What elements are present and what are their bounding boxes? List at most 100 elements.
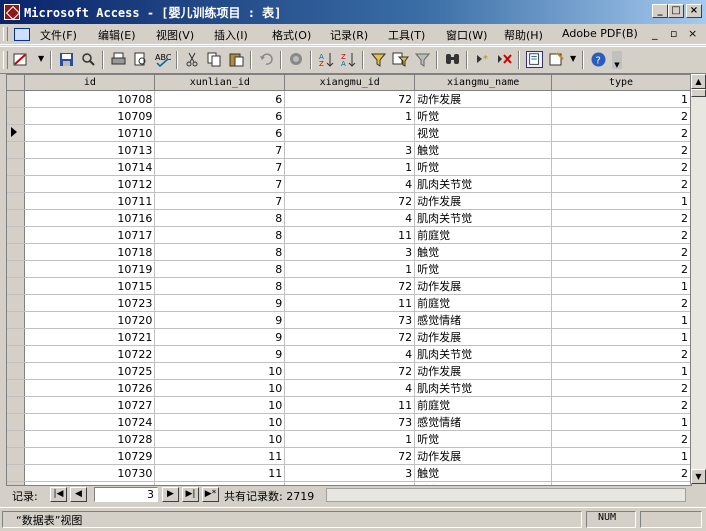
- cell-xiangmu-id[interactable]: 72: [284, 447, 416, 465]
- previous-record-button[interactable]: ◀: [70, 487, 87, 502]
- cell-xunlian-id[interactable]: 8: [154, 226, 286, 244]
- cell-xiangmu-id[interactable]: 11: [284, 226, 416, 244]
- cell-type[interactable]: 1: [551, 277, 691, 295]
- spelling-icon[interactable]: ABC: [154, 51, 171, 68]
- access-app-icon[interactable]: [4, 4, 20, 20]
- record-selector[interactable]: [7, 345, 26, 363]
- cell-xiangmu-name[interactable]: 动作发展: [414, 447, 553, 465]
- column-header-xiangmu-id[interactable]: xiangmu_id: [284, 75, 416, 91]
- cell-id[interactable]: 10714: [24, 158, 156, 176]
- cell-id[interactable]: 10709: [24, 107, 156, 125]
- cell-xunlian-id[interactable]: 11: [154, 464, 286, 482]
- cell-xunlian-id[interactable]: 6: [154, 90, 286, 108]
- cell-type[interactable]: 2: [551, 260, 691, 278]
- cell-id[interactable]: 10716: [24, 209, 156, 227]
- cell-xunlian-id[interactable]: 7: [154, 158, 286, 176]
- table-row[interactable]: 10728 10 1 听觉 2: [7, 430, 691, 448]
- select-all-corner[interactable]: [7, 75, 26, 91]
- cell-type[interactable]: 1: [551, 90, 691, 108]
- cell-xiangmu-id[interactable]: 4: [284, 175, 416, 193]
- cell-xunlian-id[interactable]: 10: [154, 379, 286, 397]
- cell-id[interactable]: 10712: [24, 175, 156, 193]
- cell-type[interactable]: 1: [551, 362, 691, 380]
- record-selector[interactable]: [7, 226, 26, 244]
- copy-icon[interactable]: [206, 51, 223, 68]
- next-record-button[interactable]: ▶: [162, 487, 179, 502]
- table-row[interactable]: 10721 9 72 动作发展 1: [7, 328, 691, 346]
- cell-id[interactable]: 10710: [24, 124, 156, 142]
- cell-type[interactable]: 1: [551, 192, 691, 210]
- print-icon[interactable]: [110, 51, 127, 68]
- record-selector[interactable]: [7, 362, 26, 380]
- cell-id[interactable]: 10719: [24, 260, 156, 278]
- scroll-up-arrow-icon[interactable]: ▲: [691, 74, 706, 89]
- record-selector[interactable]: [7, 328, 26, 346]
- cell-xunlian-id[interactable]: 8: [154, 260, 286, 278]
- cell-xiangmu-id[interactable]: 3: [284, 243, 416, 261]
- cell-type[interactable]: 2: [551, 345, 691, 363]
- column-header-type[interactable]: type: [551, 75, 691, 91]
- cell-xiangmu-name[interactable]: 感觉情绪: [414, 413, 553, 431]
- cell-xiangmu-name[interactable]: 感觉情绪: [414, 311, 553, 329]
- mdi-restore-button[interactable]: ▫: [670, 27, 677, 40]
- record-number-input[interactable]: 3: [94, 487, 158, 502]
- record-selector[interactable]: [7, 107, 26, 125]
- record-selector[interactable]: [7, 277, 26, 295]
- table-row[interactable]: 10722 9 4 肌肉关节觉 2: [7, 345, 691, 363]
- scroll-down-arrow-icon[interactable]: ▼: [691, 469, 706, 484]
- cell-type[interactable]: 2: [551, 464, 691, 482]
- cell-xiangmu-id[interactable]: 72: [284, 90, 416, 108]
- cell-id[interactable]: 10723: [24, 294, 156, 312]
- record-selector[interactable]: [7, 379, 26, 397]
- insert-hyperlink-icon[interactable]: [288, 51, 305, 68]
- table-row[interactable]: 10714 7 1 听觉 2: [7, 158, 691, 176]
- cell-type[interactable]: 1: [551, 311, 691, 329]
- cell-xunlian-id[interactable]: 10: [154, 413, 286, 431]
- record-selector[interactable]: [7, 243, 26, 261]
- cut-icon[interactable]: [184, 51, 201, 68]
- cell-type[interactable]: 2: [551, 430, 691, 448]
- record-selector[interactable]: [7, 260, 26, 278]
- menu-edit[interactable]: 编辑(E): [98, 27, 136, 43]
- cell-xiangmu-id[interactable]: 1: [284, 107, 416, 125]
- vertical-scroll-thumb[interactable]: [691, 89, 706, 97]
- cell-xiangmu-name[interactable]: 动作发展: [414, 90, 553, 108]
- cell-xiangmu-name[interactable]: 动作发展: [414, 192, 553, 210]
- menu-format[interactable]: 格式(O): [272, 27, 311, 43]
- mdi-minimize-button[interactable]: _: [652, 27, 658, 40]
- table-row[interactable]: 10712 7 4 肌肉关节觉 2: [7, 175, 691, 193]
- horizontal-scrollbar[interactable]: [326, 488, 686, 502]
- table-row[interactable]: 10711 7 72 动作发展 1: [7, 192, 691, 210]
- cell-id[interactable]: 10720: [24, 311, 156, 329]
- new-record-icon[interactable]: *: [474, 51, 491, 68]
- cell-xunlian-id[interactable]: 6: [154, 107, 286, 125]
- sort-ascending-icon[interactable]: AZ: [318, 51, 335, 68]
- undo-icon[interactable]: [258, 51, 275, 68]
- cell-xiangmu-name[interactable]: 肌肉关节觉: [414, 175, 553, 193]
- cell-xunlian-id[interactable]: 6: [154, 124, 286, 142]
- cell-xiangmu-name[interactable]: 动作发展: [414, 328, 553, 346]
- cell-type[interactable]: 2: [551, 294, 691, 312]
- cell-xiangmu-name[interactable]: 听觉: [414, 430, 553, 448]
- table-row[interactable]: 10718 8 3 触觉 2: [7, 243, 691, 261]
- cell-xiangmu-name[interactable]: 动作发展: [414, 277, 553, 295]
- cell-xiangmu-name[interactable]: 肌肉关节觉: [414, 345, 553, 363]
- cell-id[interactable]: 10718: [24, 243, 156, 261]
- paste-icon[interactable]: [228, 51, 245, 68]
- cell-type[interactable]: 2: [551, 379, 691, 397]
- cell-id[interactable]: 10721: [24, 328, 156, 346]
- cell-type[interactable]: 2: [551, 124, 691, 142]
- cell-id[interactable]: 10708: [24, 90, 156, 108]
- table-row[interactable]: 10727 10 11 前庭觉 2: [7, 396, 691, 414]
- record-selector[interactable]: [7, 158, 26, 176]
- record-selector[interactable]: [7, 430, 26, 448]
- table-row[interactable]: 10726 10 4 肌肉关节觉 2: [7, 379, 691, 397]
- cell-xiangmu-id[interactable]: 1: [284, 260, 416, 278]
- filter-by-form-icon[interactable]: [392, 51, 409, 68]
- cell-xiangmu-id[interactable]: [284, 124, 416, 142]
- menu-file[interactable]: 文件(F): [40, 27, 77, 43]
- first-record-button[interactable]: |◀: [50, 487, 67, 502]
- table-row[interactable]: 10723 9 11 前庭觉 2: [7, 294, 691, 312]
- cell-type[interactable]: 2: [551, 158, 691, 176]
- menu-window[interactable]: 窗口(W): [446, 27, 487, 43]
